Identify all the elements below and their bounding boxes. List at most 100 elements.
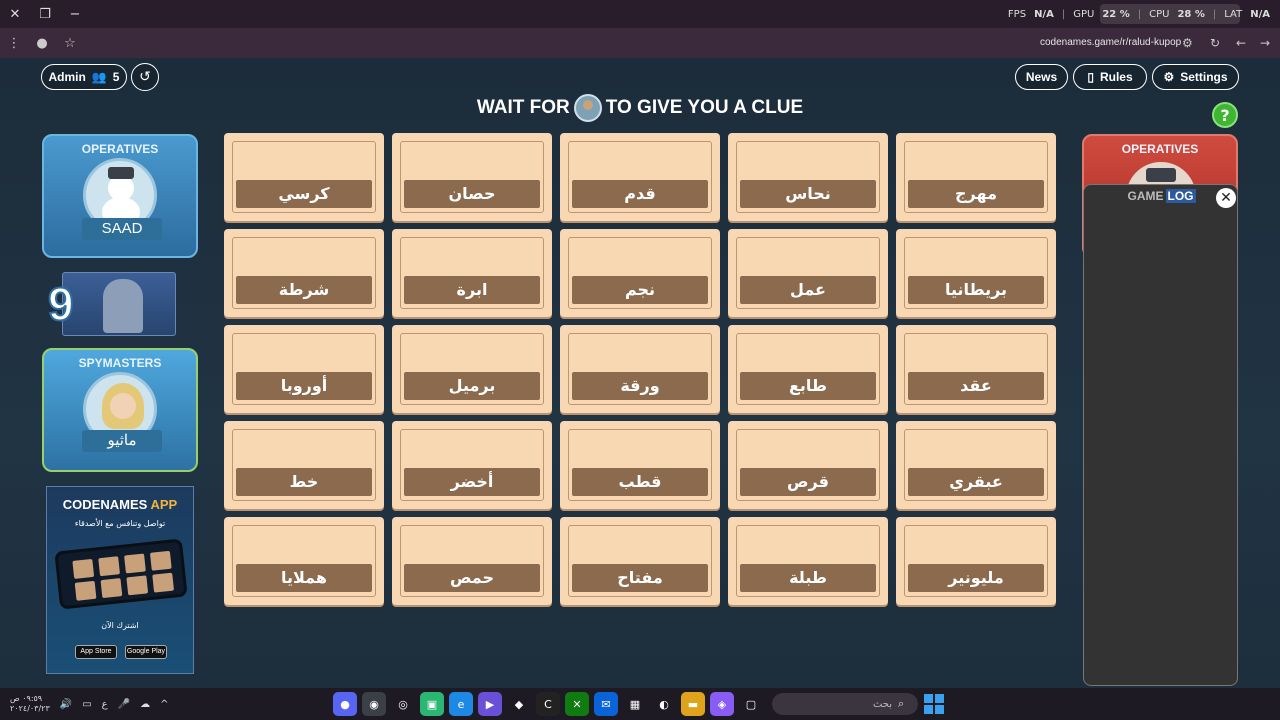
- star-icon[interactable]: ☆: [56, 28, 84, 58]
- game-area: Admin 👥 5 ↺ News ▯ Rules ⚙ Settings WAIT…: [0, 58, 1280, 688]
- word-card[interactable]: كرسي: [224, 133, 384, 221]
- word-card[interactable]: أوروبا: [224, 325, 384, 413]
- cpu-label: CPU: [1149, 8, 1170, 20]
- windows-start-icon[interactable]: [924, 694, 944, 714]
- word-card-label: كرسي: [236, 180, 372, 208]
- word-card[interactable]: خط: [224, 421, 384, 509]
- store-icon[interactable]: ▦: [623, 692, 647, 716]
- app-banner-join: اشترك الآن: [101, 621, 139, 630]
- word-card[interactable]: بريطانيا: [896, 229, 1056, 317]
- reload-icon[interactable]: ↻: [1210, 28, 1220, 58]
- blue-cards-left-card: [62, 272, 176, 336]
- app-store-badge[interactable]: App Store: [75, 645, 117, 659]
- word-card-label: مهرج: [908, 180, 1044, 208]
- game-log-title-a: GAME: [1127, 189, 1164, 203]
- blue-cards-left-count: 9: [47, 277, 75, 331]
- network-icon[interactable]: ▭: [82, 699, 91, 710]
- site-icon[interactable]: ●: [28, 28, 56, 58]
- word-card[interactable]: حصان: [392, 133, 552, 221]
- word-card-label: قدم: [572, 180, 708, 208]
- rules-button[interactable]: ▯ Rules: [1073, 64, 1147, 90]
- app-banner-subtitle: تواصل وتنافس مع الأصدقاء: [74, 519, 166, 528]
- chrome-icon[interactable]: ◉: [362, 692, 386, 716]
- settings-label: Settings: [1180, 70, 1228, 84]
- word-card-label: نجم: [572, 276, 708, 304]
- xbox-icon[interactable]: ✕: [565, 692, 589, 716]
- word-card[interactable]: برميل: [392, 325, 552, 413]
- word-card-label: ابرة: [404, 276, 540, 304]
- obs-icon[interactable]: ◎: [391, 692, 415, 716]
- word-card-label: أوروبا: [236, 372, 372, 400]
- file-explorer-icon[interactable]: ▬: [681, 692, 705, 716]
- word-card-label: طبلة: [740, 564, 876, 592]
- word-card[interactable]: عبقري: [896, 421, 1056, 509]
- outlook-icon[interactable]: ✉: [594, 692, 618, 716]
- edge-icon[interactable]: e: [449, 692, 473, 716]
- spymaster-name: ماثيو: [82, 430, 162, 452]
- word-card-label: حمص: [404, 564, 540, 592]
- word-card[interactable]: شرطة: [224, 229, 384, 317]
- blue-spymasters-panel: SPYMASTERS ماثيو: [42, 348, 198, 472]
- help-button[interactable]: ?: [1212, 102, 1238, 128]
- language-indicator[interactable]: ع: [102, 699, 108, 710]
- word-card[interactable]: مهرج: [896, 133, 1056, 221]
- word-card[interactable]: نحاس: [728, 133, 888, 221]
- word-card[interactable]: حمص: [392, 517, 552, 605]
- app-icon[interactable]: ▣: [420, 692, 444, 716]
- word-card[interactable]: طبلة: [728, 517, 888, 605]
- close-window-button[interactable]: ✕: [0, 0, 30, 28]
- browser-address-bar: ⋮ ● ☆ codenames.game/r/ralud-kupop ⚙ ↻ ←…: [0, 28, 1280, 58]
- window-icon[interactable]: ▢: [739, 692, 763, 716]
- word-card[interactable]: طابع: [728, 325, 888, 413]
- player-count: 5: [112, 70, 120, 84]
- google-play-badge[interactable]: Google Play: [125, 645, 167, 659]
- ms365-icon[interactable]: ◈: [710, 692, 734, 716]
- word-card[interactable]: هملايا: [224, 517, 384, 605]
- word-card[interactable]: مفتاح: [560, 517, 720, 605]
- settings-button[interactable]: ⚙ Settings: [1152, 64, 1239, 90]
- word-card[interactable]: قرص: [728, 421, 888, 509]
- word-card[interactable]: عقد: [896, 325, 1056, 413]
- url-field[interactable]: codenames.game/r/ralud-kupop: [1040, 28, 1181, 58]
- taskbar-search[interactable]: بحث: [772, 693, 918, 715]
- app-title-main: CODENAMES: [62, 497, 148, 512]
- word-card[interactable]: ورقة: [560, 325, 720, 413]
- word-card[interactable]: مليونير: [896, 517, 1056, 605]
- discord-icon[interactable]: ●: [333, 692, 357, 716]
- word-card[interactable]: أخضر: [392, 421, 552, 509]
- word-card[interactable]: عمل: [728, 229, 888, 317]
- back-icon[interactable]: ←: [1236, 28, 1246, 58]
- microphone-icon[interactable]: 🎤: [118, 699, 130, 710]
- menu-dots-icon[interactable]: ⋮: [0, 28, 28, 58]
- word-card[interactable]: قدم: [560, 133, 720, 221]
- epic-games-icon[interactable]: ◆: [507, 692, 531, 716]
- admin-button[interactable]: Admin 👥 5: [41, 64, 127, 90]
- chevron-up-icon[interactable]: ^: [160, 699, 168, 710]
- red-operatives-title: OPERATIVES: [1121, 142, 1199, 156]
- word-card-label: شرطة: [236, 276, 372, 304]
- agent-illustration: [103, 279, 143, 333]
- news-button[interactable]: News: [1015, 64, 1068, 90]
- call-of-duty-icon[interactable]: C: [536, 692, 560, 716]
- clue-suffix: TO GIVE YOU A CLUE: [605, 97, 804, 118]
- restore-window-button[interactable]: ❐: [30, 0, 60, 28]
- word-card[interactable]: نجم: [560, 229, 720, 317]
- volume-icon[interactable]: 🔊: [60, 699, 72, 710]
- cloud-icon[interactable]: ☁: [140, 699, 150, 710]
- word-card-label: هملايا: [236, 564, 372, 592]
- codenames-app-banner[interactable]: CODENAMES APP تواصل وتنافس مع الأصدقاء ا…: [46, 486, 194, 674]
- tune-icon[interactable]: ⚙: [1182, 28, 1193, 58]
- steam-icon[interactable]: ◐: [652, 692, 676, 716]
- taskbar-clock[interactable]: ٠٩:٥٩ ص ٢٠٢٤/٠٣/٢٣: [10, 694, 50, 714]
- word-card[interactable]: قطب: [560, 421, 720, 509]
- minimize-window-button[interactable]: −: [60, 0, 90, 28]
- media-player-icon[interactable]: ▶: [478, 692, 502, 716]
- word-card[interactable]: ابرة: [392, 229, 552, 317]
- lat-label: LAT: [1224, 8, 1243, 20]
- taskbar-tray: ٠٩:٥٩ ص ٢٠٢٤/٠٣/٢٣ 🔊 ▭ ع 🎤 ☁ ^: [10, 688, 168, 720]
- restart-icon[interactable]: ↺: [131, 63, 159, 91]
- forward-icon[interactable]: →: [1260, 28, 1270, 58]
- game-log-panel: GAME LOG: [1083, 184, 1238, 686]
- gpu-label: GPU: [1073, 8, 1095, 20]
- close-icon[interactable]: ✕: [1216, 188, 1236, 208]
